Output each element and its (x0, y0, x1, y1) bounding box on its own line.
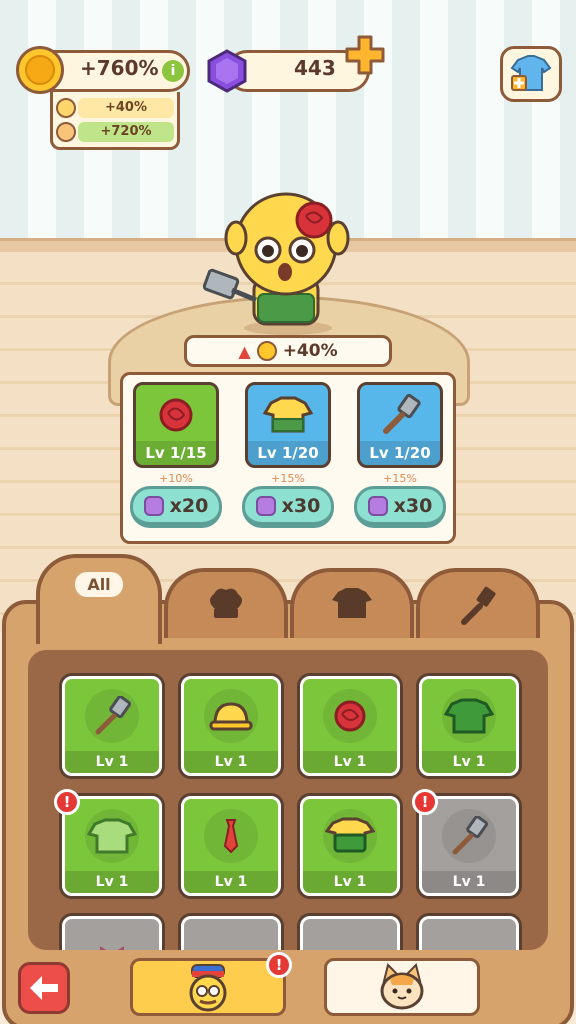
add-gems-button[interactable] (344, 34, 386, 76)
upgrade-cost: x30 (393, 494, 433, 517)
chef-hat-icon (210, 588, 242, 618)
slot-bonus: +10% (159, 472, 193, 485)
wardrobe-button[interactable] (500, 46, 562, 102)
upgrade-button[interactable]: x30 (242, 486, 334, 528)
item-level: Lv 1 (303, 871, 397, 893)
material-icon (143, 495, 164, 516)
cat-bonus: +720% (78, 122, 174, 142)
tab-hats[interactable] (164, 568, 288, 638)
slot-level: Lv 1/20 (360, 441, 440, 465)
wardrobe-icon (510, 55, 552, 91)
inventory-item-necktie[interactable]: Lv 1 (181, 796, 281, 896)
slot-level: Lv 1/20 (248, 441, 328, 465)
inventory-item-rose[interactable]: Lv 1 (300, 676, 400, 776)
tab-all[interactable]: All (36, 554, 162, 644)
item-level: Lv 1 (422, 871, 516, 893)
inventory-item-pink-bow[interactable] (62, 916, 162, 950)
coin-icon (256, 341, 277, 361)
item-level: Lv 1 (65, 751, 159, 773)
material-icon (367, 495, 388, 516)
teal-tutu-icon (325, 944, 375, 950)
item-level: Lv 1 (303, 751, 397, 773)
inventory-item-green-shirt[interactable]: Lv 1 (419, 676, 519, 776)
item-level: Lv 1 (65, 871, 159, 893)
propeller-hat-icon (211, 944, 251, 950)
spatula-icon (383, 393, 421, 434)
shirt-icon (332, 588, 372, 618)
inventory-item-propeller-hat[interactable] (181, 916, 281, 950)
inventory-item-pink-tutu[interactable] (419, 916, 519, 950)
inventory-item-teal-tutu[interactable] (300, 916, 400, 950)
coin-icon (16, 46, 64, 94)
owner-face-icon (56, 98, 76, 118)
spatula-icon (461, 586, 496, 625)
slot-bonus: +15% (271, 472, 305, 485)
coin-bonus-value: +760% (80, 56, 159, 80)
up-arrow-icon: ▲ (238, 341, 251, 361)
alert-badge: ! (54, 789, 80, 815)
equipped-slot-rose[interactable]: Lv 1/15 (133, 382, 219, 468)
item-level: Lv 1 (422, 751, 516, 773)
owner-face-icon (189, 964, 227, 1012)
upgrade-button[interactable]: x20 (130, 486, 222, 528)
pink-tutu-icon (444, 944, 494, 950)
yellow-cap-icon (209, 702, 253, 731)
inventory-item-yellow-cap[interactable]: Lv 1 (181, 676, 281, 776)
chef-character (202, 192, 350, 335)
apron-icon (325, 817, 375, 853)
alert-badge: ! (412, 789, 438, 815)
necktie-icon (223, 819, 239, 854)
alert-badge: ! (266, 952, 292, 978)
equipment-bonus-banner: ▲ +40% (184, 335, 392, 367)
inventory-grid: Lv 1 Lv 1 Lv 1 Lv 1 Lv 1 Lv 1 Lv 1 Lv 1 (28, 650, 548, 950)
spatula-icon (452, 816, 489, 855)
equipment-bonus-value: +40% (282, 341, 338, 361)
cat-face-icon (56, 122, 76, 142)
inventory-item-apron[interactable]: Lv 1 (300, 796, 400, 896)
cat-tab[interactable] (324, 958, 480, 1016)
info-icon[interactable]: i (162, 60, 184, 82)
upgrade-cost: x30 (281, 494, 321, 517)
inventory-item-light-green-shirt[interactable]: Lv 1 (62, 796, 162, 896)
owner-bonus: +40% (78, 98, 174, 118)
gem-count: 443 (294, 56, 336, 80)
back-button[interactable] (18, 962, 70, 1014)
cat-face-icon (380, 963, 424, 1010)
owner-tab[interactable] (130, 958, 286, 1016)
equipped-slot-spatula[interactable]: Lv 1/20 (357, 382, 443, 468)
slot-level: Lv 1/15 (136, 441, 216, 465)
pink-bow-icon (100, 946, 124, 950)
tab-clothes[interactable] (290, 568, 414, 638)
material-icon (255, 495, 276, 516)
item-level: Lv 1 (184, 751, 278, 773)
tab-all-label: All (75, 572, 123, 597)
green-shirt-icon (444, 698, 494, 734)
item-level: Lv 1 (184, 871, 278, 893)
upgrade-button[interactable]: x30 (354, 486, 446, 528)
equipped-slot-shirt[interactable]: Lv 1/20 (245, 382, 331, 468)
shirt-icon (263, 396, 313, 433)
gem-icon (207, 49, 247, 93)
upgrade-cost: x20 (169, 494, 209, 517)
slot-bonus: +15% (383, 472, 417, 485)
tab-tools[interactable] (416, 568, 540, 638)
spatula-icon (95, 696, 132, 735)
inventory-item-spatula[interactable]: Lv 1 (62, 676, 162, 776)
back-arrow-icon (30, 976, 58, 1000)
rose-icon (159, 398, 193, 432)
light-green-shirt-icon (87, 818, 137, 854)
rose-icon (334, 700, 366, 732)
